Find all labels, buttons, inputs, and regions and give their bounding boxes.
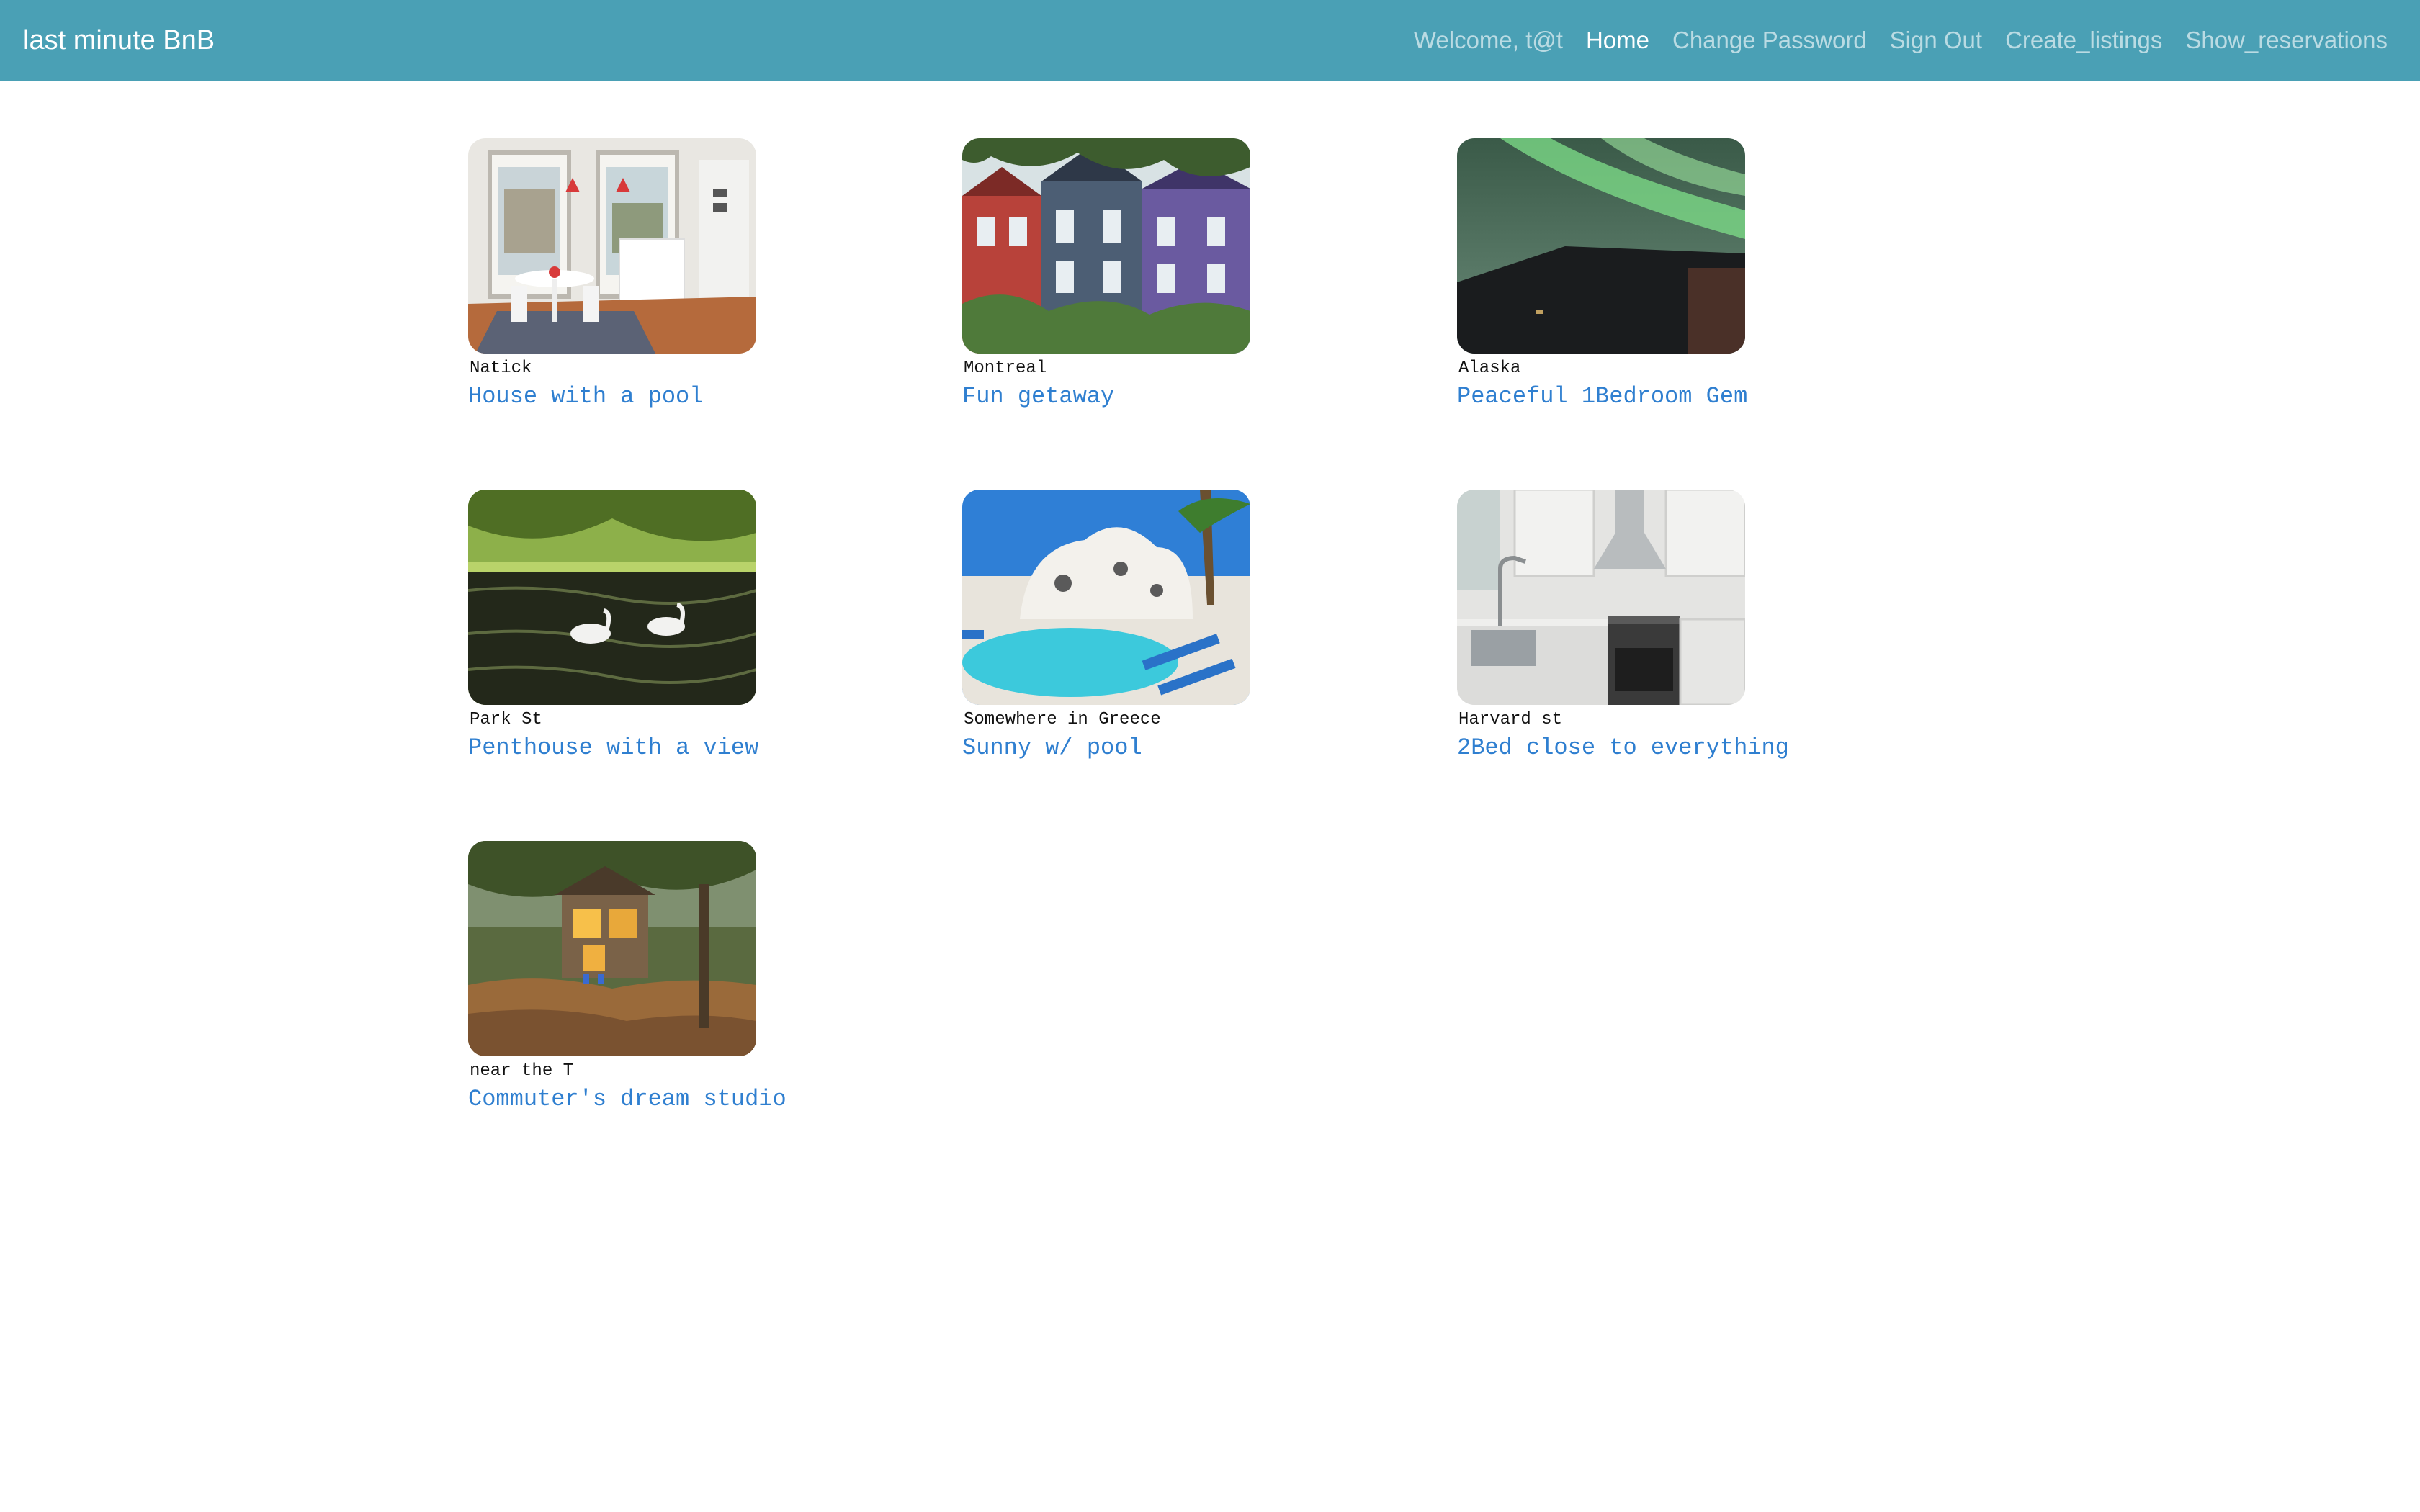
northern-lights-photo[interactable] xyxy=(1457,138,1745,354)
nav-link-create-listings[interactable]: Create_listings xyxy=(2005,27,2162,54)
listing-location: Somewhere in Greece xyxy=(964,710,1161,729)
listing-card: Montreal Fun getaway xyxy=(962,138,1337,410)
nav-links: Welcome, t@t Home Change Password Sign O… xyxy=(1414,0,2388,81)
listing-card: Park St Penthouse with a view xyxy=(468,490,843,761)
nav-link-sign-out[interactable]: Sign Out xyxy=(1890,27,1982,54)
listing-location: Park St xyxy=(470,710,542,729)
listing-location: Alaska xyxy=(1458,359,1521,378)
listing-card: Somewhere in Greece Sunny w/ pool xyxy=(962,490,1337,761)
listing-card: Harvard st 2Bed close to everything xyxy=(1457,490,1832,761)
listing-title-link[interactable]: Sunny w/ pool xyxy=(962,734,1142,761)
treehouse-photo[interactable] xyxy=(468,841,756,1056)
nav-link-change-password[interactable]: Change Password xyxy=(1672,27,1867,54)
swans-pond-photo[interactable] xyxy=(468,490,756,705)
kitchen-dining-photo[interactable] xyxy=(468,138,756,354)
listing-card: near the T Commuter's dream studio xyxy=(468,841,843,1112)
listing-title-link[interactable]: House with a pool xyxy=(468,383,703,410)
listing-location: Harvard st xyxy=(1458,710,1563,729)
welcome-text: Welcome, t@t xyxy=(1413,27,1563,53)
pool-villa-photo[interactable] xyxy=(962,490,1250,705)
top-navbar: last minute BnB Welcome, t@t Home Change… xyxy=(0,0,2420,81)
nav-link-home[interactable]: Home xyxy=(1586,27,1649,54)
nav-link-show-reservations[interactable]: Show_reservations xyxy=(2185,27,2388,54)
listing-location: Montreal xyxy=(964,359,1047,378)
listing-location: near the T xyxy=(470,1061,574,1081)
brand-logo[interactable]: last minute BnB xyxy=(23,0,215,81)
listing-title-link[interactable]: Fun getaway xyxy=(962,383,1114,410)
listing-title-link[interactable]: Commuter's dream studio xyxy=(468,1086,786,1112)
victorian-houses-photo[interactable] xyxy=(962,138,1250,354)
listing-title-link[interactable]: Peaceful 1Bedroom Gem xyxy=(1457,383,1747,410)
listing-title-link[interactable]: 2Bed close to everything xyxy=(1457,734,1789,761)
listing-location: Natick xyxy=(470,359,532,378)
listing-card: Alaska Peaceful 1Bedroom Gem xyxy=(1457,138,1832,410)
listing-title-link[interactable]: Penthouse with a view xyxy=(468,734,758,761)
modern-kitchen-photo[interactable] xyxy=(1457,490,1745,705)
listing-card: Natick House with a pool xyxy=(468,138,843,410)
